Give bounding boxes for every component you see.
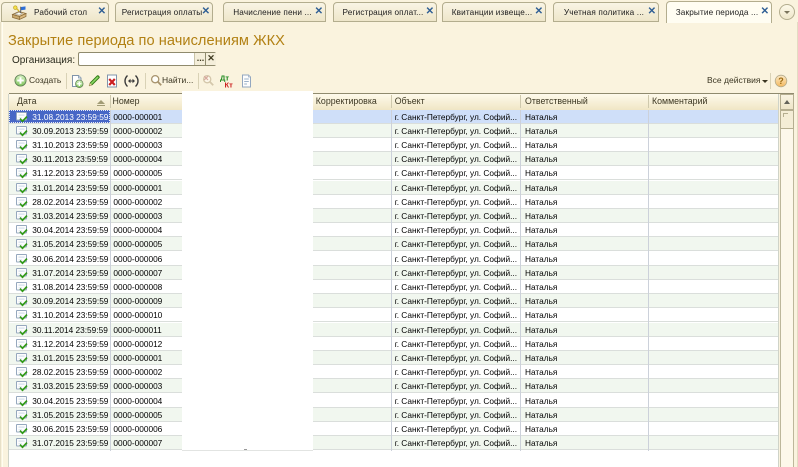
- svg-text:?: ?: [778, 76, 784, 86]
- svg-text:Кт: Кт: [225, 81, 234, 90]
